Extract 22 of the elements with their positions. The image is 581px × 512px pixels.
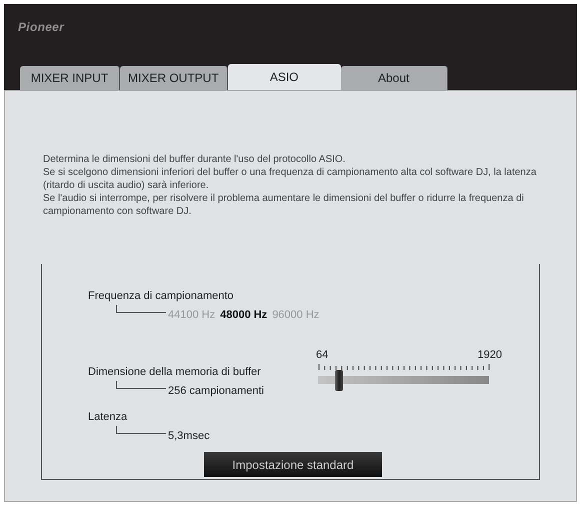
latency-value: 5,3msec bbox=[168, 428, 210, 444]
leader-line bbox=[116, 380, 166, 388]
buffer-size-label: Dimensione della memoria di buffer bbox=[88, 365, 261, 380]
tab[interactable]: MIXER OUTPUT bbox=[120, 66, 228, 90]
latency-label: Latenza bbox=[88, 410, 128, 425]
leader-line bbox=[116, 304, 166, 312]
leader-line bbox=[116, 426, 166, 434]
description-paragraph: Se si scelgono dimensioni inferiori del buffer o una frequenza di campionamento alta col software DJ, la latenza (ritardo di uscita audio) sarà inferiore. bbox=[43, 166, 538, 192]
slider-thumb[interactable] bbox=[335, 370, 344, 390]
description-paragraph: Se l'audio si interrompe, per risolvere il problema aumentare le dimensioni del buffer o ridurre la frequenza di campionamento con software DJ. bbox=[43, 192, 525, 218]
slider-min-label: 64 bbox=[316, 348, 328, 363]
tab[interactable]: MIXER INPUT bbox=[20, 66, 120, 90]
description-paragraph: Determina le dimensioni del buffer durante l'uso del protocollo ASIO. bbox=[43, 153, 346, 166]
brand-logo: Pioneer bbox=[18, 19, 64, 36]
default-settings-button[interactable]: Impostazione standard bbox=[204, 452, 382, 477]
slider-track[interactable] bbox=[318, 370, 489, 390]
tab[interactable]: ASIO bbox=[228, 64, 341, 90]
sample-rate-option[interactable]: 48000 Hz bbox=[220, 306, 268, 323]
buffer-size-value: 256 campionamenti bbox=[168, 384, 264, 398]
tab[interactable]: About bbox=[340, 66, 448, 90]
sample-rate-label: Frequenza di campionamento bbox=[88, 289, 234, 304]
slider-max-label: 1920 bbox=[478, 348, 502, 363]
